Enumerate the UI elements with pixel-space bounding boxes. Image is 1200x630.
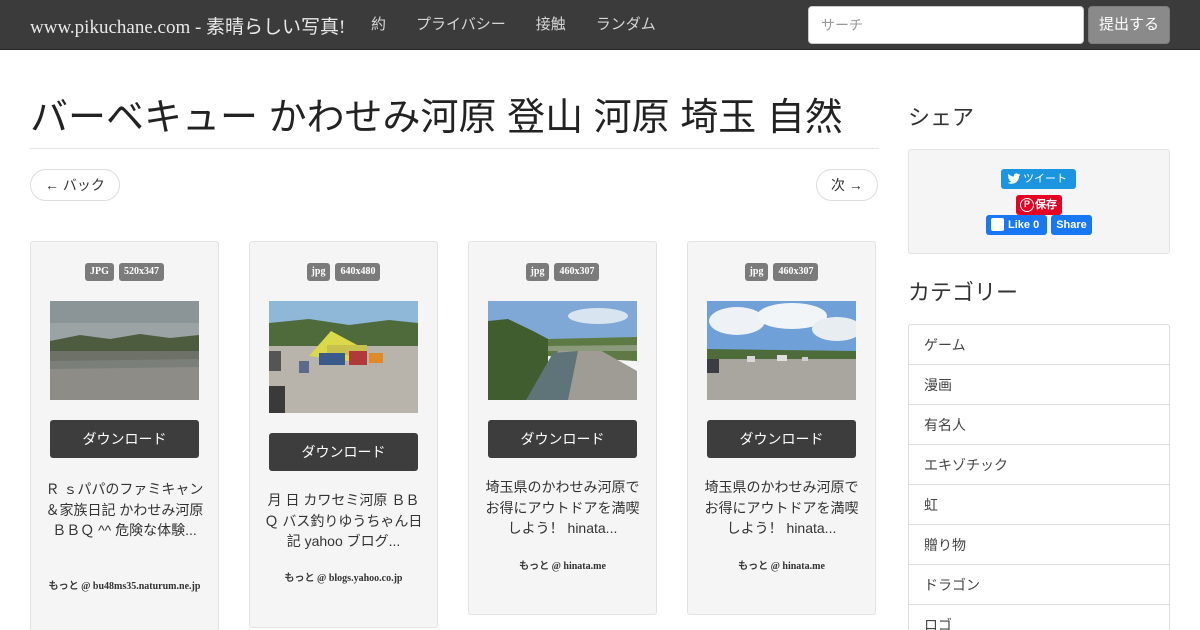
image-card: jpg 460x307 ダウンロード 埼玉県のかわせみ河原でお得にアウトドアを満…: [687, 241, 876, 615]
top-navbar: www.pikuchane.com - 素晴らしい写真! 約 プライバシー 接触…: [0, 0, 1200, 50]
image-card: jpg 640x480 ダウンロード 月 日 カワセミ河原 ＢＢＱ バス釣りゆう…: [249, 241, 438, 628]
card-source-link[interactable]: もっと @ blogs.yahoo.co.jp: [260, 572, 427, 585]
badge-group: jpg 460x307: [469, 263, 656, 281]
download-button[interactable]: ダウンロード: [50, 420, 199, 458]
thumbnail-image[interactable]: [707, 301, 856, 400]
size-badge: 460x307: [554, 263, 600, 281]
site-brand-link[interactable]: www.pikuchane.com - 素晴らしい写真!: [30, 12, 345, 39]
thumbnail-image[interactable]: [488, 301, 637, 400]
card-description: 埼玉県のかわせみ河原でお得にアウトドアを満喫しよう！ hinata...: [485, 479, 640, 536]
pin-label: 保存: [1035, 199, 1057, 211]
category-heading: カテゴリー: [908, 280, 1019, 305]
fb-like-label: Like 0: [1008, 219, 1040, 231]
pinterest-icon: P: [1020, 198, 1034, 212]
image-card: JPG 520x347 ダウンロード Ｒ ｓパパのファミキャン＆家族日記 かわせ…: [30, 241, 219, 630]
twitter-bird-icon: [1007, 173, 1021, 184]
category-item[interactable]: 虹: [908, 484, 1170, 525]
facebook-thumbs-up-icon: [991, 218, 1004, 231]
category-item[interactable]: エキゾチック: [908, 444, 1170, 485]
thumbnail-campsite-photo: [269, 301, 418, 413]
download-button[interactable]: ダウンロード: [707, 420, 856, 458]
image-card: jpg 460x307 ダウンロード 埼玉県のかわせみ河原でお得にアウトドアを満…: [468, 241, 657, 615]
size-badge: 460x307: [773, 263, 819, 281]
next-button[interactable]: 次 →: [816, 169, 878, 201]
download-button[interactable]: ダウンロード: [269, 433, 418, 471]
card-source-link[interactable]: もっと @ hinata.me: [479, 560, 646, 573]
share-heading: シェア: [908, 105, 975, 130]
format-badge: jpg: [525, 263, 550, 281]
share-box: ツイート P 保存 Like 0 Share: [908, 149, 1170, 254]
card-source-link[interactable]: もっと @ hinata.me: [698, 560, 865, 573]
nav-link-privacy[interactable]: プライバシー: [401, 0, 521, 50]
card-description: 月 日 カワセミ河原 ＢＢＱ バス釣りゆうちゃん日記 yahoo ブログ...: [264, 492, 423, 549]
card-description: Ｒ ｓパパのファミキャン＆家族日記 かわせみ河原ＢＢＱ ^^ 危険な体験...: [45, 481, 204, 538]
thumbnail-river-photo: [50, 301, 199, 400]
thumbnail-riverbank-photo: [707, 301, 856, 400]
thumbnail-river-valley-photo: [488, 301, 637, 400]
format-badge: JPG: [85, 263, 114, 281]
back-button[interactable]: ← バック: [30, 169, 120, 201]
category-item[interactable]: 有名人: [908, 404, 1170, 445]
badge-group: jpg 460x307: [688, 263, 875, 281]
title-divider: [30, 148, 879, 149]
badge-group: JPG 520x347: [31, 263, 218, 281]
facebook-like-button[interactable]: Like 0: [986, 215, 1047, 235]
facebook-share-button[interactable]: Share: [1051, 215, 1092, 235]
format-badge: jpg: [306, 263, 331, 281]
tweet-label: ツイート: [1023, 173, 1067, 185]
size-badge: 520x347: [118, 263, 164, 281]
nav-link-about[interactable]: 約: [356, 0, 401, 50]
card-description: 埼玉県のかわせみ河原でお得にアウトドアを満喫しよう！ hinata...: [704, 479, 859, 536]
size-badge: 640x480: [335, 263, 381, 281]
pinterest-save-button[interactable]: P 保存: [1016, 195, 1062, 215]
card-source-link[interactable]: もっと @ bu48ms35.naturum.ne.jp: [41, 580, 208, 593]
nav-link-random[interactable]: ランダム: [581, 0, 671, 50]
tweet-button[interactable]: ツイート: [1001, 169, 1076, 189]
nav-links: 約 プライバシー 接触 ランダム: [356, 0, 671, 50]
category-item[interactable]: 漫画: [908, 364, 1170, 405]
search-input[interactable]: [808, 6, 1084, 44]
category-item[interactable]: ドラゴン: [908, 564, 1170, 605]
nav-link-contact[interactable]: 接触: [521, 0, 581, 50]
thumbnail-image[interactable]: [269, 301, 418, 413]
format-badge: jpg: [744, 263, 769, 281]
search-submit-button[interactable]: 提出する: [1088, 6, 1170, 44]
page-title: バーベキュー かわせみ河原 登山 河原 埼玉 自然: [30, 97, 843, 139]
download-button[interactable]: ダウンロード: [488, 420, 637, 458]
category-item[interactable]: ロゴ: [908, 604, 1170, 630]
category-item[interactable]: ゲーム: [908, 324, 1170, 365]
badge-group: jpg 640x480: [250, 263, 437, 281]
category-item[interactable]: 贈り物: [908, 524, 1170, 565]
thumbnail-image[interactable]: [50, 301, 199, 400]
category-list: ゲーム 漫画 有名人 エキゾチック 虹 贈り物 ドラゴン ロゴ: [908, 324, 1170, 630]
